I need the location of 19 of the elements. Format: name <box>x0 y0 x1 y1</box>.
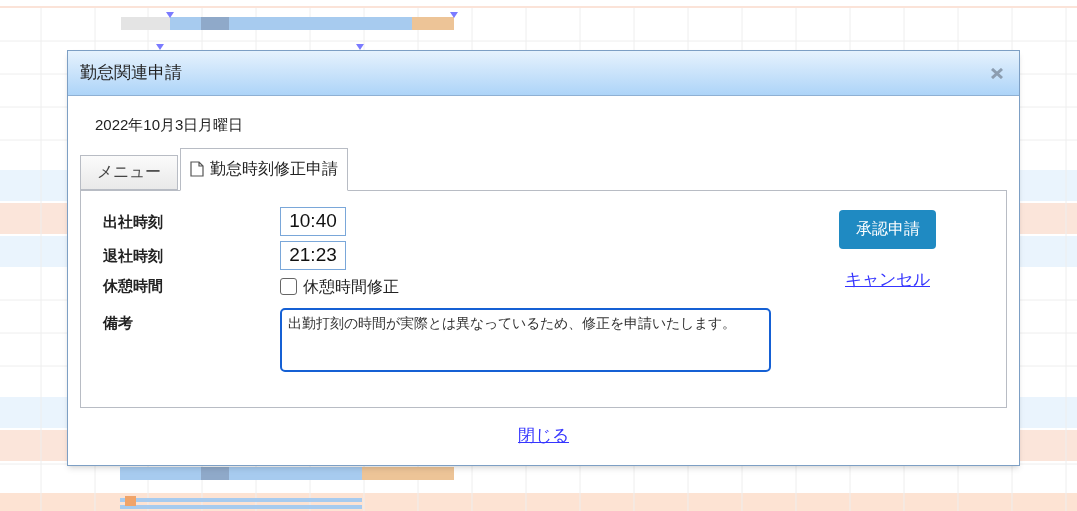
close-link[interactable]: 閉じる <box>518 422 569 448</box>
field-label: 退社時刻 <box>103 245 164 266</box>
marker-icon <box>166 12 174 18</box>
field-label: 休憩時間 <box>103 275 164 296</box>
submit-button[interactable]: 承認申請 <box>839 209 936 249</box>
time-field[interactable]: 21:23 <box>280 240 346 270</box>
time-field[interactable]: 10:40 <box>280 206 346 236</box>
field-label: 備考 <box>103 312 134 333</box>
tab[interactable]: 勤怠時刻修正申請 <box>180 147 348 191</box>
note-field[interactable]: 出勤打刻の時間が実際とは異なっているため、修正を申請いたします。 <box>280 307 771 372</box>
date-text: 2022年10月3日月曜日 <box>95 115 244 135</box>
dialog-title: 勤怠関連申請 <box>80 62 182 85</box>
document-icon <box>190 161 204 177</box>
cancel-link[interactable]: キャンセル <box>845 266 930 292</box>
tab[interactable]: メニュー <box>80 154 178 190</box>
checkbox[interactable] <box>280 278 297 295</box>
field-label: 出社時刻 <box>103 211 164 232</box>
checkbox-label: 休憩時間修正 <box>303 276 399 297</box>
marker-icon <box>450 12 458 18</box>
